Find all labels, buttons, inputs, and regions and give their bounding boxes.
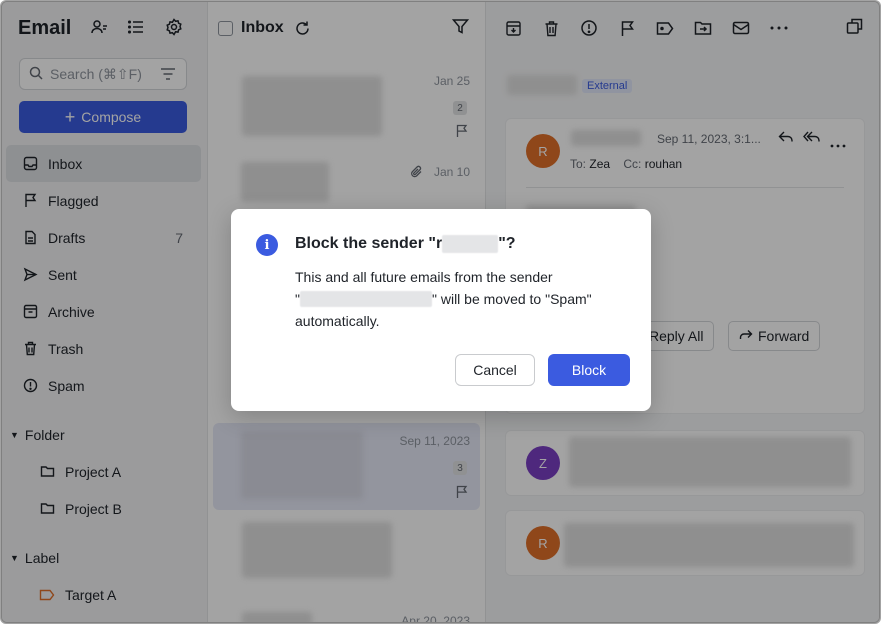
block-button[interactable]: Block — [548, 354, 630, 386]
cancel-button[interactable]: Cancel — [455, 354, 535, 386]
dialog-title: Block the sender " r "? — [295, 235, 516, 253]
redacted-sender-name — [442, 235, 499, 253]
dialog-message: This and all future emails from the send… — [295, 266, 625, 332]
dialog-line-3: automatically. — [295, 313, 380, 329]
info-icon: i — [256, 234, 278, 256]
block-sender-dialog: i Block the sender " r "? This and all fut… — [231, 209, 651, 411]
dialog-line-2: " " will be moved to "Spam" — [295, 288, 625, 310]
redacted-sender-address — [299, 291, 432, 307]
dialog-line-2-suffix: " will be moved to "Spam" — [431, 291, 592, 307]
dialog-title-suffix: "? — [498, 235, 516, 252]
dialog-line-1: This and all future emails from the send… — [295, 269, 553, 285]
dialog-title-prefix: Block the sender " — [295, 235, 436, 252]
